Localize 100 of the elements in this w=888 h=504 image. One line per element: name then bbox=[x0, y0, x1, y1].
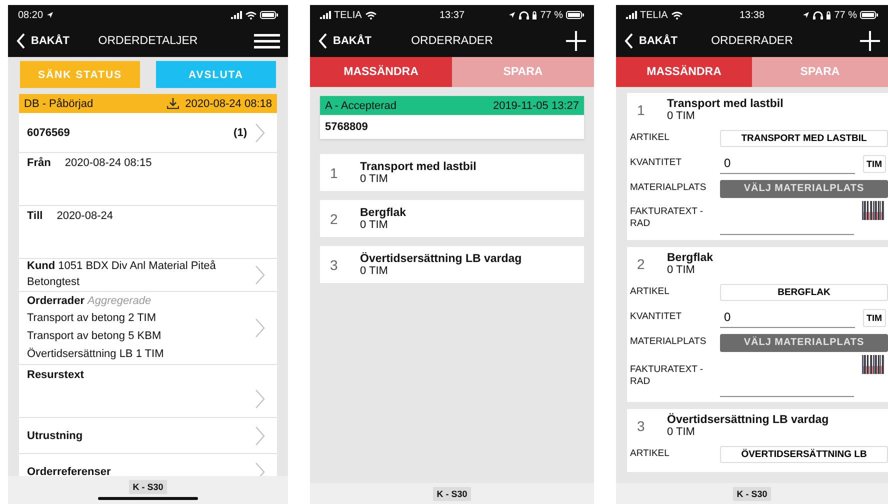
row-quantity: 0 TIM bbox=[667, 110, 696, 122]
clock-time: 13:38 bbox=[739, 10, 765, 20]
row-title: Övertidsersättning LB vardag bbox=[667, 414, 829, 426]
headphones-icon bbox=[519, 10, 530, 20]
row-number: 2 bbox=[329, 210, 339, 226]
quantity-field[interactable]: 0 bbox=[720, 153, 854, 174]
article-select[interactable]: TRANSPORT MED LASTBIL bbox=[720, 130, 888, 147]
battery-icon bbox=[860, 11, 878, 19]
unit-button[interactable]: TIM bbox=[862, 308, 886, 326]
wifi-icon bbox=[245, 10, 257, 20]
barcode-icon[interactable] bbox=[862, 201, 884, 220]
battery-percent: 77 % bbox=[540, 10, 563, 20]
field-label: FAKTURATEXT - RAD bbox=[630, 206, 704, 230]
wifi-icon bbox=[670, 10, 683, 20]
battery-percent: 77 % bbox=[834, 10, 857, 20]
section-title: Resurstext bbox=[27, 369, 84, 381]
row-quantity: 0 TIM bbox=[667, 264, 696, 276]
material-picker[interactable]: VÄLJ MATERIALPLATS bbox=[720, 180, 888, 198]
lock-icon bbox=[826, 10, 832, 20]
row-quantity: 0 TIM bbox=[360, 218, 389, 230]
footer-code: K - S30 bbox=[432, 486, 472, 500]
row-title: Bergflak bbox=[667, 252, 714, 264]
clock-time: 13:37 bbox=[439, 10, 465, 20]
order-number: 6076569 bbox=[27, 126, 70, 138]
menu-icon[interactable] bbox=[254, 34, 280, 48]
order-row[interactable]: 3 Övertidsersättning LB vardag 0 TIM bbox=[320, 246, 584, 283]
back-button[interactable]: BAKÅT bbox=[16, 33, 70, 49]
section-note: Aggregerade bbox=[88, 294, 152, 307]
chevron-left-icon bbox=[16, 33, 26, 49]
status-label: A - Accepterad bbox=[325, 100, 398, 112]
lock-icon bbox=[532, 10, 538, 20]
add-icon[interactable] bbox=[566, 31, 586, 51]
section-title: Orderreferenser bbox=[27, 466, 111, 476]
article-select[interactable]: BERGFLAK bbox=[720, 284, 888, 301]
order-line: Transport av betong 2 TIM bbox=[27, 312, 156, 324]
order-number: 5768809 bbox=[320, 115, 584, 139]
field-label: FAKTURATEXT - RAD bbox=[630, 364, 704, 388]
footer-code: K - S30 bbox=[128, 480, 168, 494]
barcode-icon[interactable] bbox=[862, 355, 884, 374]
row-quantity: 0 TIM bbox=[360, 172, 389, 184]
location-icon bbox=[46, 11, 54, 19]
customer-text: Kund 1051 BDX Div Anl Material Piteå Betongtest bbox=[27, 259, 217, 290]
field-value: 2020-08-24 08:15 bbox=[64, 157, 152, 169]
screen-title: ORDERRADER bbox=[710, 35, 794, 47]
quantity-field[interactable]: 0 bbox=[720, 307, 854, 328]
field-label: ARTIKEL bbox=[630, 132, 670, 145]
carrier-name: TELIA bbox=[640, 10, 668, 20]
screen-title: ORDERRADER bbox=[410, 35, 494, 47]
row-quantity: 0 TIM bbox=[360, 264, 389, 276]
row-number: 1 bbox=[329, 164, 339, 180]
order-row[interactable]: 1 Transport med lastbil 0 TIM bbox=[320, 154, 584, 191]
field-value: 2020-08-24 bbox=[56, 210, 113, 222]
field-label: KVANTITET bbox=[630, 311, 683, 324]
chevron-left-icon bbox=[318, 33, 328, 49]
article-select[interactable]: ÖVERTIDSERSÄTTNING LB bbox=[720, 446, 888, 463]
back-button[interactable]: BAKÅT bbox=[318, 33, 372, 49]
field-label: Från bbox=[27, 157, 51, 169]
download-icon[interactable] bbox=[167, 98, 180, 109]
row-number: 1 bbox=[636, 102, 646, 118]
footer-code: K - S30 bbox=[732, 486, 772, 500]
order-row[interactable]: 2 Bergflak 0 TIM bbox=[320, 200, 584, 237]
row-number: 2 bbox=[636, 256, 646, 272]
signal-icon bbox=[626, 11, 637, 19]
field-label: KVANTITET bbox=[630, 157, 683, 170]
status-date: 2019-11-05 13:27 bbox=[492, 100, 579, 112]
row-title: Övertidsersättning LB vardag bbox=[360, 252, 522, 264]
field-label: MATERIALPLATS bbox=[630, 336, 708, 349]
row-number: 3 bbox=[329, 256, 339, 272]
screen-title: ORDERDETALJER bbox=[97, 35, 199, 47]
back-button[interactable]: BAKÅT bbox=[624, 33, 678, 49]
status-date: 2020-08-24 08:18 bbox=[185, 98, 272, 110]
signal-icon bbox=[320, 11, 331, 19]
location-icon bbox=[802, 11, 810, 19]
row-title: Bergflak bbox=[360, 206, 406, 218]
chevron-left-icon bbox=[624, 33, 634, 49]
status-label: DB - Påbörjad bbox=[24, 98, 94, 110]
order-line: Övertidsersättning LB 1 TIM bbox=[27, 348, 164, 360]
order-count: (1) bbox=[234, 126, 247, 138]
field-label: ARTIKEL bbox=[630, 286, 670, 299]
wifi-icon bbox=[364, 10, 377, 20]
signal-icon bbox=[231, 11, 242, 19]
order-line: Transport av betong 5 KBM bbox=[27, 330, 162, 342]
add-icon[interactable] bbox=[860, 31, 880, 51]
row-title: Transport med lastbil bbox=[360, 160, 476, 172]
unit-button[interactable]: TIM bbox=[862, 154, 886, 172]
field-label: ARTIKEL bbox=[630, 448, 670, 461]
section-title: Orderrader bbox=[27, 294, 84, 307]
clock-time: 08:20 bbox=[18, 10, 44, 20]
location-icon bbox=[508, 11, 516, 19]
row-title: Transport med lastbil bbox=[667, 98, 784, 110]
battery-icon bbox=[260, 11, 278, 19]
section-title: Utrustning bbox=[27, 430, 83, 442]
field-label: Till bbox=[27, 210, 43, 222]
headphones-icon bbox=[813, 10, 824, 20]
tab[interactable]: MASSÄNDRA bbox=[310, 57, 452, 87]
tab[interactable]: MASSÄNDRA bbox=[616, 57, 752, 87]
field-label: MATERIALPLATS bbox=[630, 182, 708, 195]
row-quantity: 0 TIM bbox=[667, 426, 696, 438]
material-picker[interactable]: VÄLJ MATERIALPLATS bbox=[720, 334, 888, 352]
carrier-name: TELIA bbox=[334, 10, 362, 20]
